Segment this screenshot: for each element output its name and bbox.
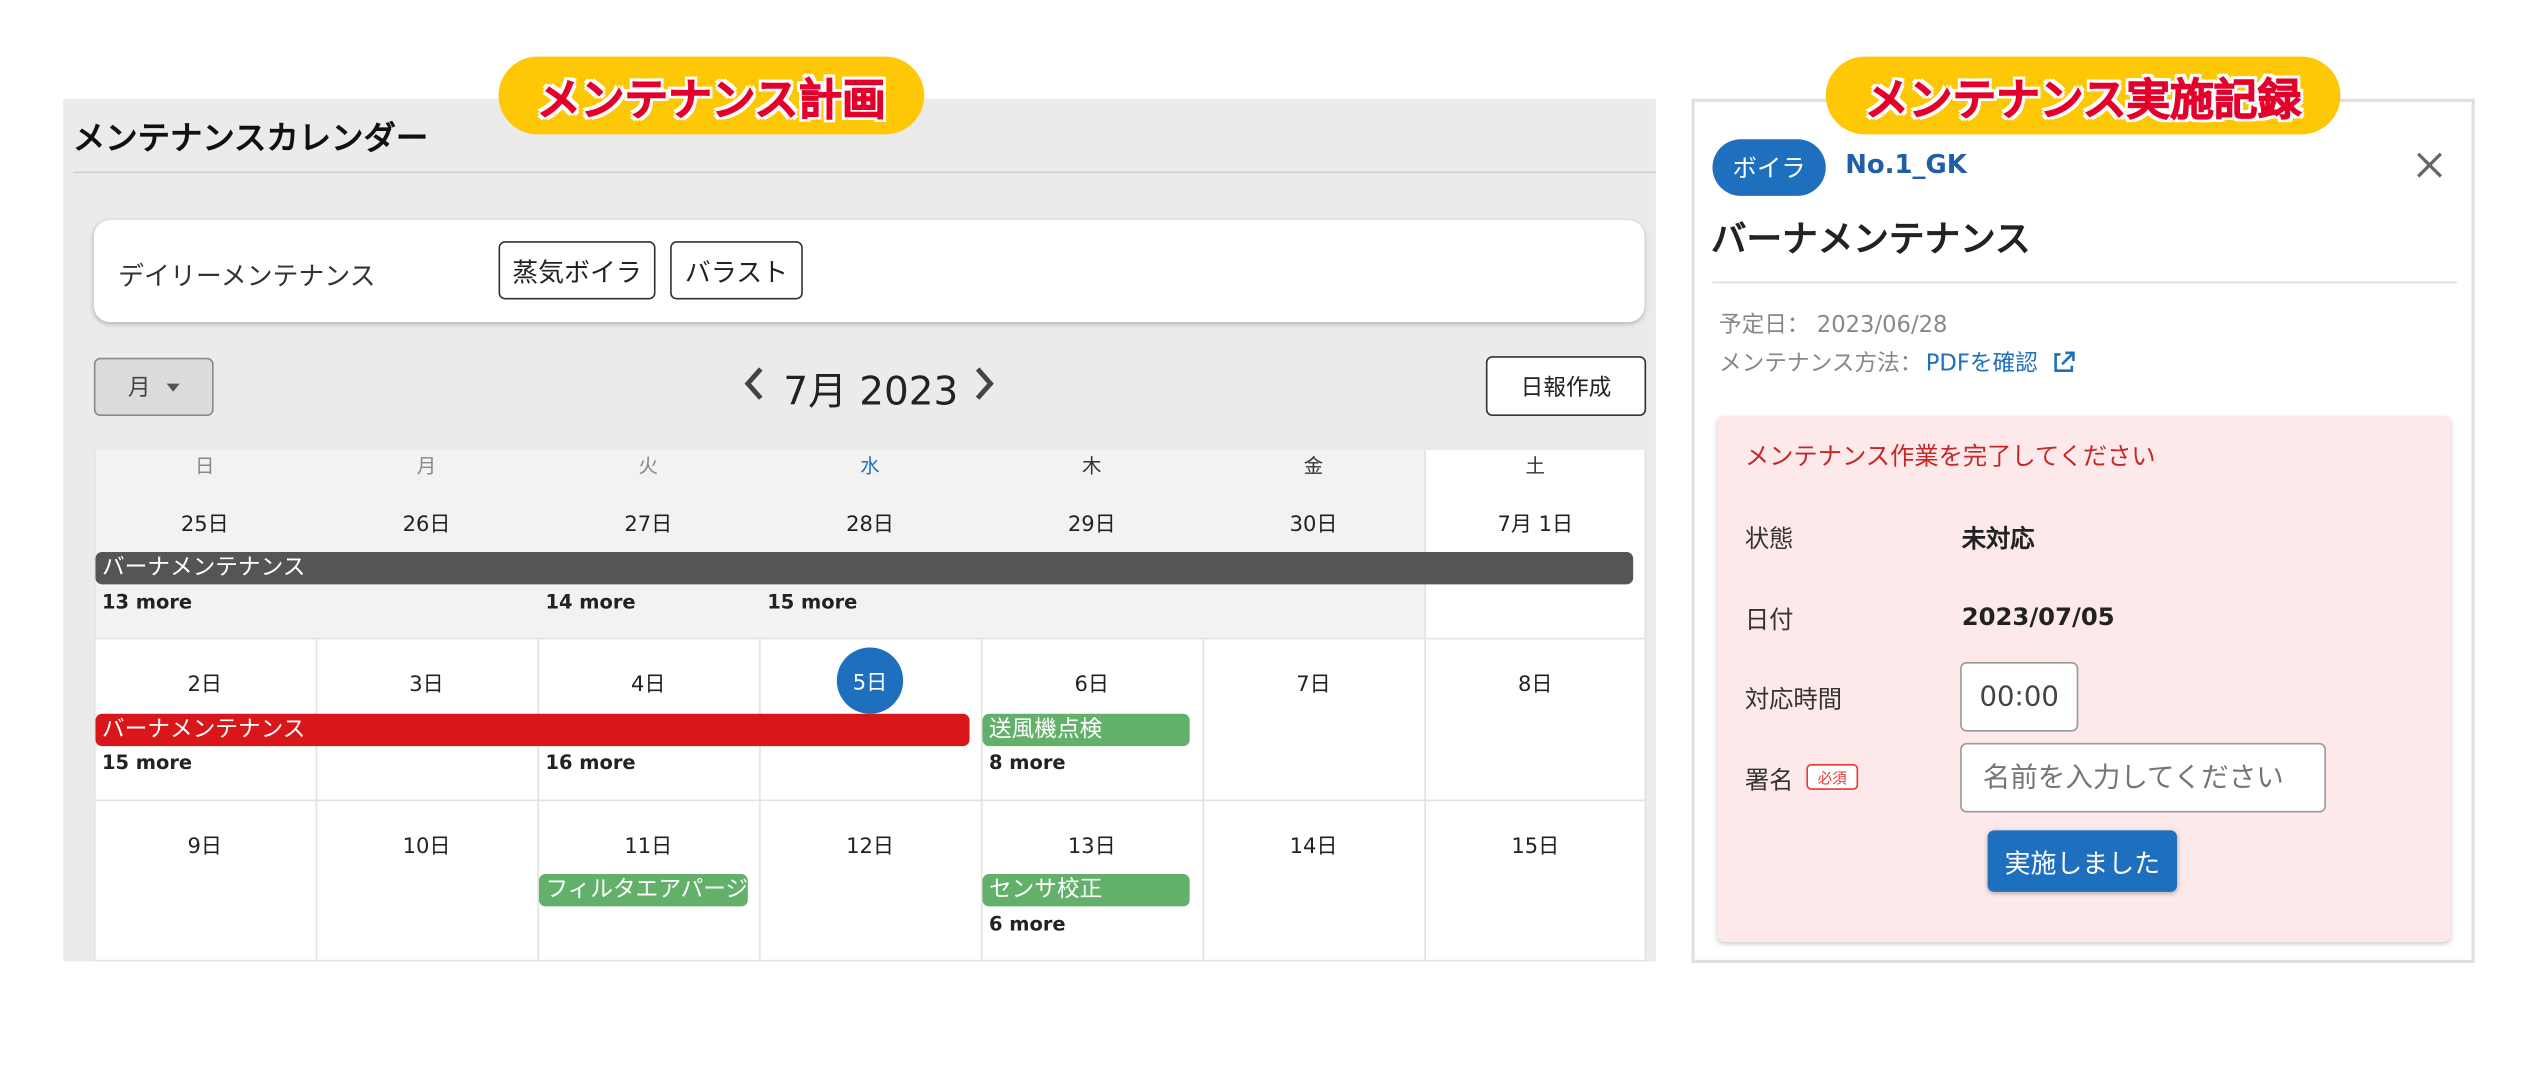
status-label: 状態 — [1744, 524, 1794, 554]
date-cell[interactable]: 29日 — [981, 507, 1203, 537]
more-link[interactable]: 13 more — [102, 591, 192, 614]
more-link[interactable]: 6 more — [989, 913, 1066, 936]
weekday-sat: 土 — [1525, 454, 1545, 478]
date-cell[interactable]: 6日 — [981, 667, 1203, 697]
date-cell[interactable]: 30日 — [1203, 507, 1425, 537]
calendar-divider — [72, 171, 1656, 174]
plan-callout: メンテナンス計画 — [498, 56, 925, 135]
weekday-mon: 月 — [416, 454, 437, 478]
date-cell[interactable]: 10日 — [316, 829, 538, 859]
planned-date-value: 2023/06/28 — [1816, 312, 1948, 339]
equipment-type-chip: ボイラ — [1712, 139, 1826, 196]
daily-chip-steam-boiler[interactable]: 蒸気ボイラ — [498, 241, 656, 300]
view-mode-select[interactable]: 月 — [93, 357, 214, 416]
weekday-wed: 水 — [860, 454, 880, 478]
required-badge: 必須 — [1806, 763, 1859, 790]
equipment-id: No.1_GK — [1845, 148, 1967, 180]
event-fan-inspection[interactable]: 送風機点検 — [982, 713, 1190, 747]
event-burner-maintenance-w1[interactable]: バーナメンテナンス — [95, 551, 1634, 585]
calendar-title: メンテナンスカレンダー — [72, 118, 429, 158]
date-cell[interactable]: 27日 — [537, 507, 759, 537]
date-cell[interactable]: 28日 — [759, 507, 981, 537]
time-input[interactable]: 00:00 — [1960, 662, 2079, 732]
more-link[interactable]: 16 more — [545, 751, 635, 774]
event-filter-air-purge[interactable]: フィルタエアパージ — [538, 874, 748, 907]
date-cell[interactable]: 8日 — [1424, 667, 1646, 697]
chevron-right-icon — [975, 367, 994, 400]
date-cell[interactable]: 11日 — [537, 829, 759, 859]
close-icon — [2417, 152, 2442, 178]
signature-label: 署名 — [1744, 765, 1794, 795]
mark-done-button[interactable]: 実施しました — [1987, 830, 2178, 892]
date-cell[interactable]: 9日 — [94, 829, 316, 859]
more-link[interactable]: 14 more — [545, 591, 635, 614]
pdf-link[interactable]: PDFを確認 — [1926, 346, 2038, 378]
create-daily-report-button[interactable]: 日報作成 — [1485, 356, 1647, 416]
method-label: メンテナンス方法： — [1718, 351, 1923, 378]
more-link[interactable]: 15 more — [102, 751, 192, 774]
method-row: メンテナンス方法： PDFを確認 — [1719, 346, 2077, 378]
next-month-button[interactable] — [968, 363, 1000, 413]
more-link[interactable]: 8 more — [989, 751, 1066, 774]
event-sensor-calibration[interactable]: センサ校正 — [982, 874, 1190, 907]
external-link-icon[interactable] — [2051, 350, 2077, 376]
date-cell[interactable]: 7月 1日 — [1424, 507, 1646, 537]
weekday-thu: 木 — [1082, 454, 1102, 478]
more-link[interactable]: 15 more — [767, 591, 857, 614]
record-divider — [1712, 281, 2458, 284]
record-title: バーナメンテナンス — [1710, 220, 2031, 261]
planned-date-row: 予定日： 2023/06/28 — [1719, 308, 1947, 340]
date-cell[interactable]: 14日 — [1203, 829, 1425, 859]
date-cell[interactable]: 4日 — [537, 667, 759, 697]
planned-date-label: 予定日： — [1718, 312, 1810, 339]
date-cell[interactable]: 15日 — [1424, 829, 1646, 859]
today-date-cell[interactable]: 5日 — [836, 647, 904, 714]
date-cell[interactable]: 3日 — [316, 667, 538, 697]
status-value: 未対応 — [1961, 524, 2035, 554]
view-mode-value: 月 — [127, 375, 151, 402]
signature-name-input[interactable] — [1960, 742, 2326, 813]
date-cell[interactable]: 13日 — [981, 829, 1203, 859]
daily-maintenance-label: デイリーメンテナンス — [118, 260, 376, 292]
date-cell[interactable]: 26日 — [316, 507, 538, 537]
event-burner-maintenance-w2[interactable]: バーナメンテナンス — [95, 713, 970, 747]
weekday-fri: 金 — [1303, 454, 1324, 478]
date-cell[interactable]: 7日 — [1203, 667, 1425, 697]
time-label: 対応時間 — [1744, 684, 1842, 714]
month-label: 7月 2023 — [783, 369, 959, 415]
chevron-down-icon — [166, 382, 180, 391]
alert-message: メンテナンス作業を完了してください — [1744, 441, 2156, 472]
date-cell[interactable]: 12日 — [759, 829, 981, 859]
date-cell[interactable]: 25日 — [94, 507, 316, 537]
close-button[interactable] — [2412, 147, 2448, 183]
record-callout: メンテナンス実施記録 — [1825, 56, 2341, 135]
weekday-sun: 日 — [195, 454, 215, 478]
date-value: 2023/07/05 — [1961, 602, 2115, 632]
date-cell[interactable]: 2日 — [94, 667, 316, 697]
weekday-tue: 火 — [638, 454, 658, 478]
daily-chip-ballast[interactable]: バラスト — [670, 241, 803, 300]
date-label: 日付 — [1744, 605, 1794, 635]
